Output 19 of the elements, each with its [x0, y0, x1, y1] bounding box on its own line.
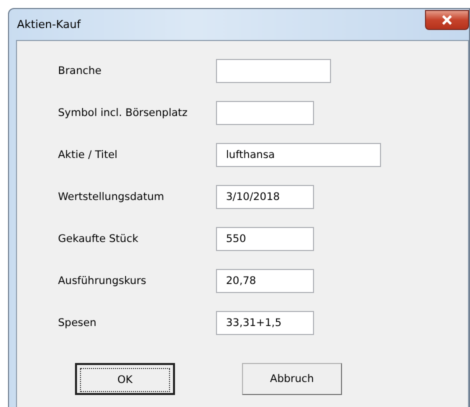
- input-field[interactable]: 33,31+1,5: [216, 310, 314, 334]
- field-label: Ausführungskurs: [58, 274, 148, 286]
- input-field[interactable]: lufthansa: [216, 142, 381, 166]
- field-label: Branche: [58, 64, 102, 76]
- input-field[interactable]: 20,78: [216, 268, 314, 292]
- close-button[interactable]: [425, 10, 469, 30]
- field-label: Gekaufte Stück: [58, 232, 140, 244]
- input-field[interactable]: 550: [216, 226, 314, 250]
- dialog-button[interactable]: Abbruch: [242, 363, 342, 395]
- field-label: Spesen: [58, 316, 98, 328]
- field-label: Wertstellungsdatum: [58, 190, 166, 202]
- input-field[interactable]: [216, 100, 314, 124]
- input-field[interactable]: 3/10/2018: [216, 184, 314, 208]
- field-label: Aktie / Titel: [58, 148, 118, 160]
- dialog-button[interactable]: OK: [75, 363, 175, 395]
- field-label: Symbol incl. Börsenplatz: [58, 106, 189, 118]
- window-title: Aktien-Kauf: [17, 18, 81, 31]
- close-icon: [441, 14, 453, 24]
- input-field[interactable]: [216, 58, 331, 82]
